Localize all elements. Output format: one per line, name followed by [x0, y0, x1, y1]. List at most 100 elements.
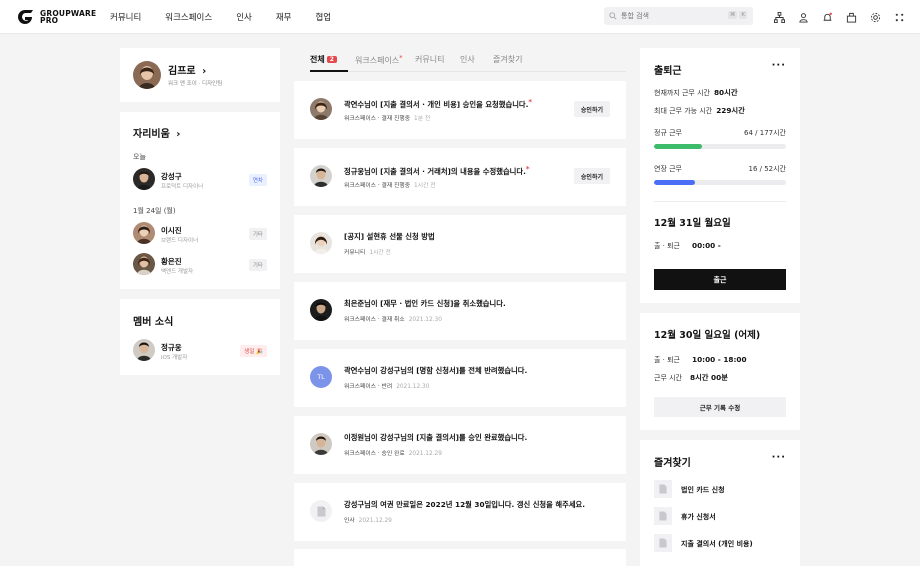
attendance-card: 출퇴근 ··· 현재까지 근무 시간 80시간 최대 근무 가능 시간 229시간 …: [640, 48, 800, 303]
nav-community[interactable]: 커뮤니티: [110, 11, 141, 23]
document-icon: [654, 480, 672, 498]
avatar: [310, 433, 332, 455]
search-box[interactable]: ⌘ K: [604, 7, 753, 25]
feed-title: 최은준님이 [재무 · 법인 카드 신청]을 취소했습니다.: [344, 299, 506, 308]
favorites-card: 즐겨찾기 ··· 법인 카드 신청 휴가 신청서 지출 결의서 (개인 비용): [640, 440, 800, 566]
top-icons: [772, 10, 906, 24]
nav-collab[interactable]: 협업: [315, 11, 331, 23]
profile-card[interactable]: 김프로 › 워크 앤 조이 · 디자인팀: [120, 48, 280, 102]
feed-time: 1시간 전: [414, 183, 436, 189]
status-badge: 연차: [248, 174, 267, 186]
regular-progress-bar: [654, 144, 786, 149]
tab-all[interactable]: 전체 2: [310, 54, 337, 65]
list-item[interactable]: 강성구 프로덕트 디자이너 연차: [133, 168, 267, 192]
feed-item[interactable]: 곽연수님이 [지출 결의서 · 개인 비용] 승인을 요청했습니다.* 워크스페…: [294, 81, 626, 139]
attendance-title: 출퇴근: [654, 66, 682, 77]
feed-item[interactable]: TL 곽연수님이 강성구님의 [명함 신청서]를 전체 반려했습니다. 워크스페…: [294, 349, 626, 407]
tab-workspace[interactable]: 워크스페이스*: [355, 54, 403, 66]
profile-subtitle: 워크 앤 조이 · 디자인팀: [168, 81, 223, 87]
feed-item[interactable]: [294, 549, 626, 566]
group-label-today: 오늘: [133, 153, 146, 161]
org-chart-icon[interactable]: [772, 10, 786, 24]
chevron-right-icon[interactable]: ›: [202, 66, 206, 77]
user-group-icon[interactable]: [796, 10, 810, 24]
favorite-label: 지출 결의서 (개인 비용): [681, 540, 753, 548]
feed-title: 강성구님의 여권 만료일은 2022년 12월 30일입니다. 갱신 신청을 해…: [344, 500, 586, 509]
kv-value: 10:00 - 18:00: [692, 355, 747, 364]
avatar: [133, 253, 155, 275]
favorite-item[interactable]: 법인 카드 신청: [654, 480, 786, 498]
search-shortcut: ⌘ K: [727, 11, 747, 19]
clock-in-button[interactable]: 출근: [654, 269, 786, 290]
new-dot: *: [528, 98, 533, 106]
person-name: 황은진: [161, 257, 182, 266]
feed-title: 곽연수님이 강성구님의 [명함 신청서]를 전체 반려했습니다.: [344, 366, 528, 375]
kv-label: 출 · 퇴근: [654, 356, 680, 364]
feed-item[interactable]: 최은준님이 [재무 · 법인 카드 신청]을 취소했습니다. 워크스페이스 · …: [294, 282, 626, 340]
favorite-label: 휴가 신청서: [681, 513, 716, 521]
away-card: 자리비움 › 오늘 강성구 프로덕트 디자이너 연차 1월 24일 (월) 이시…: [120, 112, 280, 289]
search-input[interactable]: [621, 12, 721, 20]
approve-button[interactable]: 승인하기: [573, 101, 610, 117]
bell-icon[interactable]: [820, 10, 834, 24]
status-badge: 기타: [248, 259, 267, 271]
apps-grid-icon[interactable]: [892, 10, 906, 24]
new-dot: *: [525, 165, 530, 173]
kv-label: 현재까지 근무 시간: [654, 89, 710, 97]
main-nav: 커뮤니티 워크스페이스 인사 재무 협업: [110, 0, 355, 34]
feed-title: [공지] 설현휴 선물 신청 방법: [344, 232, 435, 241]
new-dot: *: [399, 54, 403, 62]
feed-time: 2021.12.30: [396, 384, 430, 390]
favorite-item[interactable]: 지출 결의서 (개인 비용): [654, 534, 786, 552]
tab-community[interactable]: 커뮤니티: [415, 54, 444, 65]
feed-item[interactable]: 이정원님이 강성구님의 [지출 결의서]를 승인 완료했습니다. 워크스페이스 …: [294, 416, 626, 474]
progress-value: 16 / 52시간: [748, 165, 786, 173]
more-icon[interactable]: ···: [772, 452, 786, 463]
favorite-item[interactable]: 휴가 신청서: [654, 507, 786, 525]
feed-title: 이정원님이 강성구님의 [지출 결의서]를 승인 완료했습니다.: [344, 433, 528, 442]
avatar: [310, 98, 332, 120]
logo[interactable]: GROUPWARE PRO: [14, 9, 96, 25]
kv-label: 출 · 퇴근: [654, 242, 680, 250]
active-tab-indicator: [310, 70, 348, 72]
document-icon: [310, 500, 332, 522]
feed-item[interactable]: [공지] 설현휴 선물 신청 방법 커뮤니티 1시간 전: [294, 215, 626, 273]
edit-record-button[interactable]: 근무 기록 수정: [654, 397, 786, 417]
nav-finance[interactable]: 재무: [276, 11, 292, 23]
feed-title: 곽연수님이 [지출 결의서 · 개인 비용] 승인을 요청했습니다.: [344, 100, 529, 109]
feed-meta: 커뮤니티: [344, 250, 366, 256]
nav-workspace[interactable]: 워크스페이스: [165, 11, 212, 23]
feed-meta: 워크스페이스 · 승인 완료: [344, 451, 405, 457]
avatar: [310, 299, 332, 321]
avatar: [310, 232, 332, 254]
status-badge: 생일 🎉: [240, 345, 267, 357]
settings-icon[interactable]: [868, 10, 882, 24]
more-icon[interactable]: ···: [772, 60, 786, 71]
search-icon: [609, 12, 617, 20]
avatar: [133, 222, 155, 244]
away-title-link[interactable]: 자리비움 ›: [133, 125, 180, 140]
person-name: 이시진: [161, 226, 182, 235]
nav-hr[interactable]: 인사: [236, 11, 252, 23]
building-icon[interactable]: [844, 10, 858, 24]
tab-hr[interactable]: 인사: [460, 54, 475, 65]
away-title: 자리비움: [133, 129, 170, 140]
person-role: 프로덕트 디자이너: [161, 184, 204, 190]
list-item[interactable]: 이시진 브랜드 디자이너 기타: [133, 222, 267, 246]
list-item[interactable]: 황은진 백엔드 개발자 기타: [133, 253, 267, 277]
group-label-date: 1월 24일 (월): [133, 207, 176, 215]
feed-item[interactable]: 정규웅님이 [지출 결의서 · 거래처]의 내용을 수정했습니다.* 워크스페이…: [294, 148, 626, 206]
kv-label: 근무 시간: [654, 374, 682, 382]
chevron-right-icon: ›: [176, 129, 181, 140]
feed-tabs: 전체 2 워크스페이스* 커뮤니티 인사 즐겨찾기: [310, 48, 626, 72]
logo-icon: [18, 10, 33, 24]
list-item[interactable]: 정규웅 iOS 개발자 생일 🎉: [133, 339, 267, 363]
overtime-progress-bar: [654, 180, 786, 185]
tab-favorites[interactable]: 즐겨찾기: [493, 54, 522, 65]
kv-value: 8시간 00분: [690, 373, 728, 382]
progress-label: 정규 근무: [654, 129, 682, 137]
approve-button[interactable]: 승인하기: [573, 168, 610, 184]
document-icon: [654, 534, 672, 552]
feed-item[interactable]: 강성구님의 여권 만료일은 2022년 12월 30일입니다. 갱신 신청을 해…: [294, 483, 626, 541]
divider: [654, 201, 786, 202]
